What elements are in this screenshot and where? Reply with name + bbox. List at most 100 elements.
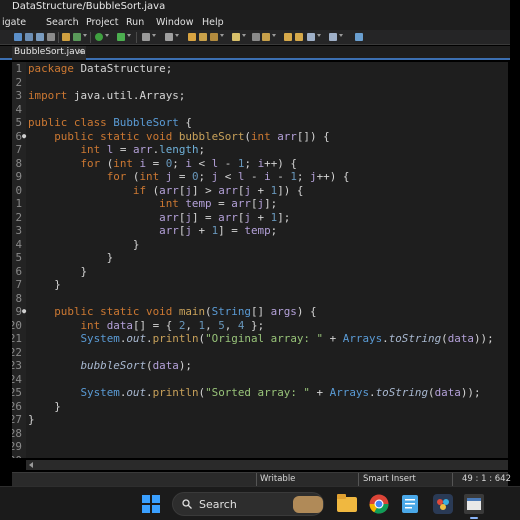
open-folder-icon[interactable]	[199, 33, 207, 41]
chevron-down-icon[interactable]	[152, 34, 156, 37]
code-text: }	[28, 251, 114, 265]
back-icon[interactable]	[307, 33, 315, 41]
chevron-down-icon[interactable]	[83, 34, 87, 37]
code-line[interactable]: 9 ● public static void main(String[] args…	[12, 305, 508, 319]
code-token: import	[28, 89, 68, 102]
chevron-down-icon[interactable]	[127, 34, 131, 37]
code-line[interactable]: 4	[12, 103, 508, 117]
chevron-down-icon[interactable]	[220, 34, 224, 37]
chevron-down-icon[interactable]	[175, 34, 179, 37]
next-edit-icon[interactable]	[295, 33, 303, 41]
tab-bubblesort-java[interactable]: BubbleSort.java ×	[12, 46, 86, 60]
code-token: "Sorted array: "	[205, 386, 310, 399]
davinci-resolve-icon[interactable]	[433, 494, 453, 514]
line-number: 9	[15, 170, 22, 183]
code-line[interactable]: 20 int data[] = { 2, 1, 5, 4 };	[12, 319, 508, 333]
save-icon[interactable]	[25, 33, 33, 41]
window-title: DataStructure/BubbleSort.java	[12, 1, 166, 12]
code-line[interactable]: 1 package DataStructure;	[12, 62, 508, 76]
status-bar: Writable Smart Insert 49 : 1 : 642	[12, 472, 511, 487]
print-icon[interactable]	[47, 33, 55, 41]
close-icon[interactable]: ×	[77, 47, 85, 57]
pin-icon[interactable]	[252, 33, 260, 41]
perspective-icon[interactable]	[355, 33, 363, 41]
code-editor[interactable]: 1 package DataStructure; 2 3 import java.uti…	[12, 62, 508, 458]
code-line[interactable]: 8	[12, 292, 508, 306]
line-number: 3	[15, 89, 22, 102]
code-token: System	[80, 332, 120, 345]
line-number: 2	[15, 75, 22, 89]
code-line[interactable]: 4 }	[12, 238, 508, 252]
code-line[interactable]: 0 if (arr[j] > arr[j + 1]) {	[12, 184, 508, 198]
code-token: +	[323, 332, 343, 345]
chrome-icon[interactable]	[369, 494, 389, 514]
menu-search[interactable]: Search	[46, 17, 79, 28]
new-file-icon[interactable]	[14, 33, 22, 41]
chevron-down-icon[interactable]	[317, 34, 321, 37]
code-line[interactable]: 7 }	[12, 278, 508, 292]
taskbar-search[interactable]: Search	[172, 492, 324, 516]
code-line[interactable]: 2	[12, 76, 508, 90]
code-line[interactable]: 29	[12, 440, 508, 454]
code-line[interactable]: 30	[12, 454, 508, 459]
forward-icon[interactable]	[329, 33, 337, 41]
run-config-icon[interactable]	[117, 33, 125, 41]
code-text: package DataStructure;	[28, 62, 172, 76]
code-line[interactable]: 9 for (int j = 0; j < l - i - 1; j++) {	[12, 170, 508, 184]
line-number: 3	[15, 224, 22, 237]
code-line[interactable]: 24	[12, 373, 508, 387]
line-number: 6	[15, 129, 22, 143]
menu-help[interactable]: Help	[202, 17, 224, 28]
menu-run[interactable]: Run	[126, 17, 144, 28]
menu-navigate[interactable]: igate	[2, 17, 26, 28]
new-class-icon[interactable]	[165, 33, 173, 41]
fold-marker-icon[interactable]: ●	[22, 305, 26, 319]
notepad-icon[interactable]	[401, 494, 419, 514]
code-line[interactable]: 22	[12, 346, 508, 360]
code-line[interactable]: 3 import java.util.Arrays;	[12, 89, 508, 103]
code-line[interactable]: 8 for (int i = 0; i < l - 1; i++) {	[12, 157, 508, 171]
debug-icon[interactable]	[73, 33, 81, 41]
menu-window[interactable]: Window	[156, 17, 193, 28]
chevron-down-icon[interactable]	[272, 34, 276, 37]
code-token: <	[218, 170, 238, 183]
code-line[interactable]: 7 int l = arr.length;	[12, 143, 508, 157]
search-icon[interactable]	[210, 33, 218, 41]
code-line[interactable]: 3 arr[j + 1] = temp;	[12, 224, 508, 238]
code-line[interactable]: 21 System.out.println("Original array: "…	[12, 332, 508, 346]
code-line[interactable]: 5 }	[12, 251, 508, 265]
code-line[interactable]: 1 int temp = arr[j];	[12, 197, 508, 211]
code-line[interactable]: 2 arr[j] = arr[j + 1];	[12, 211, 508, 225]
horizontal-scrollbar[interactable]	[26, 460, 508, 470]
build-icon[interactable]	[62, 33, 70, 41]
code-token: +	[191, 224, 212, 237]
prev-edit-icon[interactable]	[284, 33, 292, 41]
chevron-down-icon[interactable]	[339, 34, 343, 37]
code-token: for	[106, 170, 127, 183]
eclipse-ide-icon[interactable]	[464, 494, 484, 514]
open-type-icon[interactable]	[188, 33, 196, 41]
code-token: =	[113, 143, 133, 156]
chevron-down-icon[interactable]	[105, 34, 109, 37]
chevron-down-icon[interactable]	[242, 34, 246, 37]
code-line[interactable]: 5 public class BubbleSort {	[12, 116, 508, 130]
fold-marker-icon[interactable]: ●	[22, 130, 26, 144]
new-wizard-icon[interactable]	[142, 33, 150, 41]
next-annotation-icon[interactable]	[262, 33, 270, 41]
windows-start-icon[interactable]	[142, 495, 160, 513]
scroll-left-icon[interactable]	[29, 462, 33, 468]
code-line[interactable]: 6 }	[12, 265, 508, 279]
code-token: main	[178, 305, 206, 318]
code-line[interactable]: 26 }	[12, 400, 508, 414]
run-icon[interactable]	[95, 33, 103, 41]
code-line[interactable]: 27}	[12, 413, 508, 427]
annotation-icon[interactable]	[232, 33, 240, 41]
save-all-icon[interactable]	[36, 33, 44, 41]
code-line[interactable]: 6 ● public static void bubbleSort(int arr…	[12, 130, 508, 144]
code-line[interactable]: 25 System.out.println("Sorted array: " +…	[12, 386, 508, 400]
code-line[interactable]: 28	[12, 427, 508, 441]
menu-project[interactable]: Project	[86, 17, 119, 28]
code-line[interactable]: 23 bubbleSort(data);	[12, 359, 508, 373]
code-token: Arrays	[342, 332, 383, 345]
file-explorer-icon[interactable]	[337, 494, 357, 512]
